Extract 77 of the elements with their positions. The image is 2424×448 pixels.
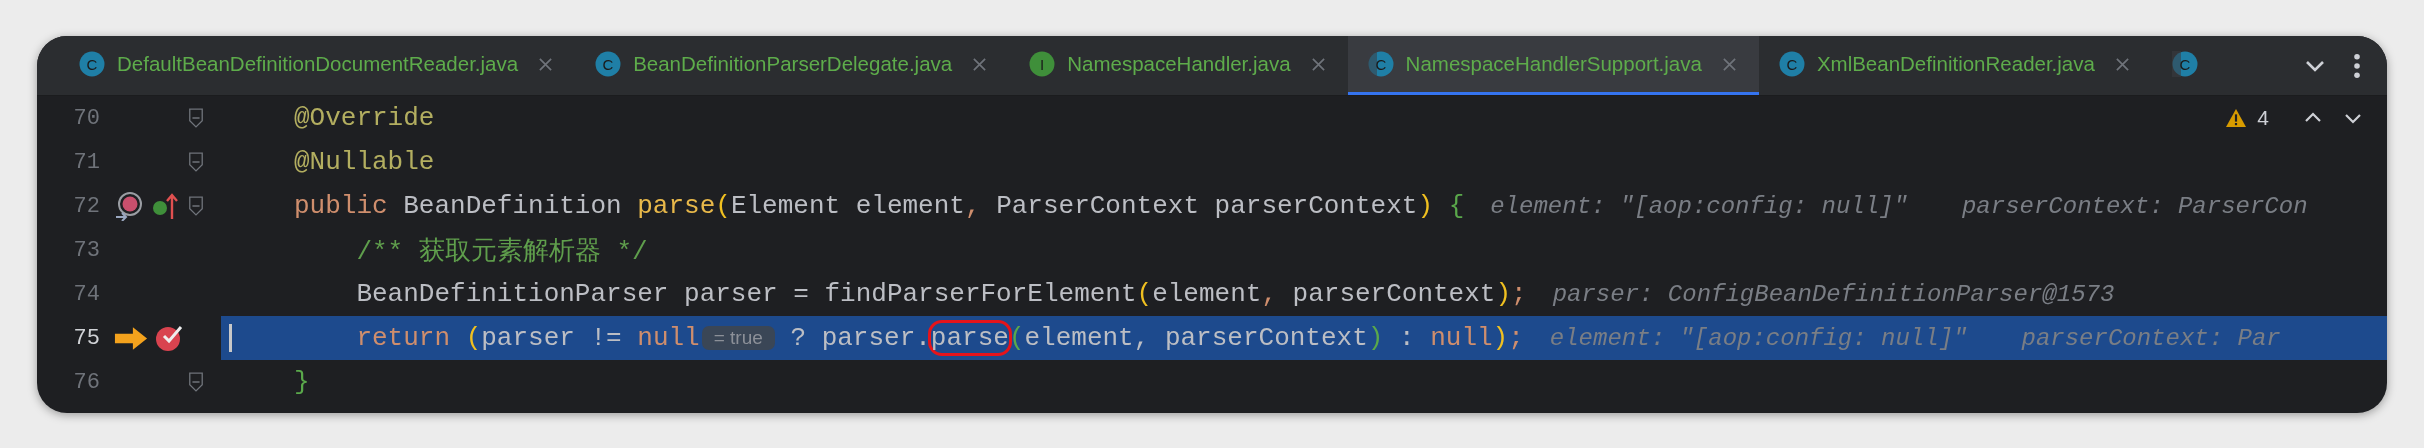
file-type-icon: C (2171, 51, 2198, 77)
code-text: element (1152, 279, 1262, 309)
annotation-text: @Nullable (294, 147, 435, 177)
bracket-text: ( (715, 191, 731, 221)
warning-count: 4 (2257, 106, 2269, 130)
tab-label: NamespaceHandlerSupport.java (1405, 52, 1702, 76)
line-number: 74 (72, 281, 100, 307)
editor-tab[interactable]: C (2151, 36, 2220, 95)
close-icon[interactable] (1310, 56, 1326, 72)
line-number: 71 (72, 149, 100, 175)
bracket-text: ) (1367, 323, 1384, 353)
code-text: element, parserContext (1024, 323, 1368, 353)
circle-arrow-icon[interactable] (114, 191, 144, 221)
file-type-icon: C (79, 51, 105, 77)
inlay-hint: = true (701, 326, 775, 350)
bracket-text: ) (1417, 191, 1434, 221)
code-comment: /** 获取元素解析器 */ (355, 235, 648, 268)
fold-icon[interactable] (188, 151, 204, 173)
tab-label: BeanDefinitionParserDelegate.java (633, 52, 953, 76)
keyword-text: null (637, 323, 700, 353)
debug-value-hint: parser: ConfigBeanDefinitionParser@1573 (1552, 280, 2115, 308)
keyword-text: public (294, 191, 388, 221)
editor-tab[interactable]: C BeanDefinitionParserDelegate.java (575, 36, 1010, 95)
warning-icon[interactable] (2225, 108, 2248, 128)
close-icon[interactable] (972, 56, 988, 72)
debug-value-hint: parserContext: Par (2021, 324, 2281, 352)
close-icon[interactable] (1721, 56, 1737, 72)
debug-value-hint: element: "[aop:config: null]" (1490, 192, 1908, 220)
close-icon[interactable] (2114, 56, 2130, 72)
bracket-text: { (1447, 191, 1465, 221)
breakpoint-icon[interactable] (154, 323, 184, 353)
execution-arrow-icon (114, 325, 148, 351)
line-number: 75 (72, 325, 100, 351)
editor-tab[interactable]: C XmlBeanDefinitionReader.java (1758, 36, 2152, 95)
debug-value-hint: element: "[aop:config: null]" (1549, 324, 1968, 352)
tab-label: XmlBeanDefinitionReader.java (1816, 52, 2095, 76)
fold-icon[interactable] (188, 371, 204, 393)
punctuation-text: ; (1511, 279, 1527, 309)
more-icon[interactable] (2353, 52, 2361, 79)
punctuation-text: ; (1508, 323, 1524, 353)
file-type-icon: C (1778, 51, 1805, 77)
annotation-text: @Override (294, 103, 435, 133)
file-type-icon: C (1367, 51, 1394, 77)
punctuation-text: , (964, 191, 981, 221)
keyword-text: null (1430, 323, 1493, 353)
tab-label: DefaultBeanDefinitionDocumentReader.java (117, 52, 519, 76)
debug-value-hint: parserContext: ParserCon (1961, 192, 2308, 220)
line-number: 72 (72, 193, 100, 219)
fold-icon[interactable] (188, 195, 204, 217)
code-text: BeanDefinition (402, 191, 623, 221)
line-number: 76 (72, 369, 100, 395)
code-text: parserContext (1291, 279, 1496, 309)
bracket-text: } (294, 367, 310, 397)
line-number: 73 (72, 237, 100, 263)
editor-tab[interactable]: C NamespaceHandlerSupport.java (1347, 36, 1759, 95)
file-type-icon: I (1029, 51, 1056, 77)
code-text: ParserContext parserContext (995, 191, 1418, 221)
bracket-text: ) (1492, 323, 1509, 353)
line-number: 70 (72, 105, 100, 131)
file-type-icon: C (595, 51, 622, 77)
close-icon[interactable] (538, 56, 554, 72)
bracket-text: ) (1495, 279, 1512, 309)
code-text: BeanDefinitionParser parser = findParserForElement (355, 279, 1137, 309)
editor-tab[interactable]: I NamespaceHandler.java (1009, 36, 1348, 95)
code-text: : (1397, 323, 1416, 353)
bracket-text: ( (465, 323, 482, 353)
keyword-text: return (355, 323, 452, 353)
up-arrow-icon[interactable] (150, 191, 180, 221)
fold-icon[interactable] (188, 107, 204, 129)
code-text: parser != (481, 323, 623, 353)
method-name: parse (637, 191, 716, 221)
punctuation-text: , (1261, 279, 1277, 309)
circled-method-name: parse (927, 320, 1012, 356)
code-text: Element element (730, 191, 965, 221)
tab-label: NamespaceHandler.java (1067, 52, 1291, 76)
bracket-text: ( (1136, 279, 1153, 309)
editor-tab[interactable]: C DefaultBeanDefinitionDocumentReader.java (59, 36, 576, 95)
